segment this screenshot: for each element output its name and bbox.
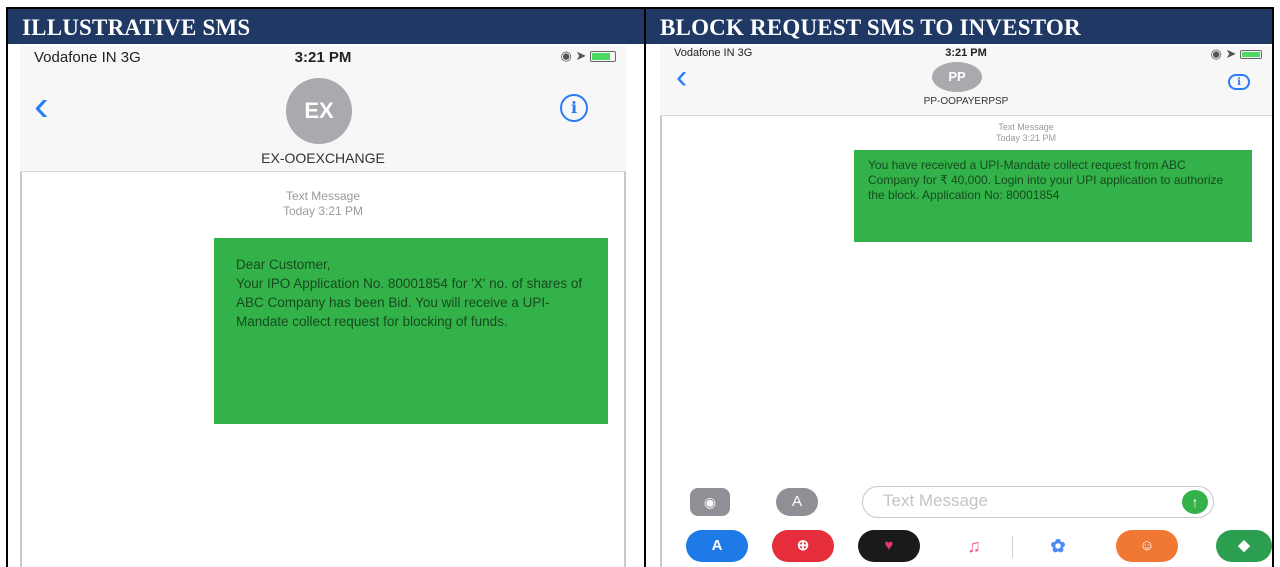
table-border-left: [6, 7, 8, 567]
app-separator: [1012, 536, 1013, 558]
camera-icon[interactable]: ◉: [690, 488, 730, 516]
sender-name: PP-OOPAYERPSP: [923, 96, 1009, 107]
send-arrow-icon[interactable]: ↑: [1182, 490, 1208, 514]
location-icon: ◉ ➤: [1210, 46, 1237, 61]
avatar[interactable]: EX: [286, 78, 352, 144]
search-app-icon[interactable]: ⊕: [772, 530, 834, 562]
heart-app-icon[interactable]: ♥: [858, 530, 920, 562]
sender-name: EX-OOEXCHANGE: [261, 150, 385, 166]
meta-label: Text Message: [285, 189, 361, 203]
back-chevron-icon[interactable]: ‹: [34, 84, 49, 128]
meta-label: Text Message: [998, 122, 1054, 132]
status-icons: ◉ ➤: [561, 48, 616, 64]
message-bubble: You have received a UPI-Mandate collect …: [854, 150, 1252, 242]
app-store-app-icon[interactable]: A: [686, 530, 748, 562]
screen-edge-left: [660, 116, 662, 567]
battery-icon: [590, 51, 616, 63]
music-app-icon[interactable]: ♫: [952, 530, 996, 562]
message-meta: Text Message Today 3:21 PM: [660, 122, 1272, 145]
info-icon[interactable]: i: [560, 94, 588, 122]
avatar[interactable]: PP: [932, 62, 982, 92]
info-icon[interactable]: i: [1228, 74, 1250, 90]
maps-app-icon[interactable]: ◆: [1216, 530, 1272, 562]
message-bubble: Dear Customer, Your IPO Application No. …: [214, 238, 608, 424]
table-border-middle: [644, 7, 646, 567]
clock: 3:21 PM: [945, 47, 987, 59]
screen-edge-left: [20, 172, 22, 567]
screen-edge-right: [624, 172, 626, 567]
status-bar: Vodafone IN 3G 3:21 PM ◉ ➤: [660, 46, 1272, 62]
message-header: Vodafone IN 3G 3:21 PM ◉ ➤ ‹ EX EX-OOEXC…: [20, 46, 626, 172]
message-header: Vodafone IN 3G 3:21 PM ◉ ➤ ‹ PP PP-OOPAY…: [660, 46, 1272, 116]
left-phone-screen: Vodafone IN 3G 3:21 PM ◉ ➤ ‹ EX EX-OOEXC…: [20, 46, 626, 567]
right-column-header: BLOCK REQUEST SMS TO INVESTOR: [646, 9, 1272, 44]
left-column-header: ILLUSTRATIVE SMS: [8, 9, 644, 44]
right-phone-screen: Vodafone IN 3G 3:21 PM ◉ ➤ ‹ PP PP-OOPAY…: [660, 46, 1272, 567]
page: ILLUSTRATIVE SMS BLOCK REQUEST SMS TO IN…: [0, 0, 1280, 567]
status-icons: ◉ ➤: [1211, 46, 1262, 62]
battery-icon: [1240, 50, 1262, 60]
photos-app-icon[interactable]: ✿: [1032, 530, 1084, 562]
meta-time: Today 3:21 PM: [282, 204, 364, 218]
clock: 3:21 PM: [294, 49, 352, 66]
compose-bar: ◉ A Text Message ↑ A ⊕ ♥ ♫ ✿ ☺ ◆: [660, 476, 1272, 567]
message-input[interactable]: Text Message: [862, 486, 1214, 518]
app-store-icon[interactable]: A: [776, 488, 818, 516]
table-border-right: [1272, 7, 1274, 567]
sticker-app-icon[interactable]: ☺: [1116, 530, 1178, 562]
back-chevron-icon[interactable]: ‹: [676, 60, 687, 94]
meta-time: Today 3:21 PM: [995, 133, 1057, 144]
message-meta: Text Message Today 3:21 PM: [20, 189, 626, 219]
location-icon: ◉ ➤: [560, 48, 587, 63]
status-bar: Vodafone IN 3G 3:21 PM ◉ ➤: [20, 46, 626, 68]
